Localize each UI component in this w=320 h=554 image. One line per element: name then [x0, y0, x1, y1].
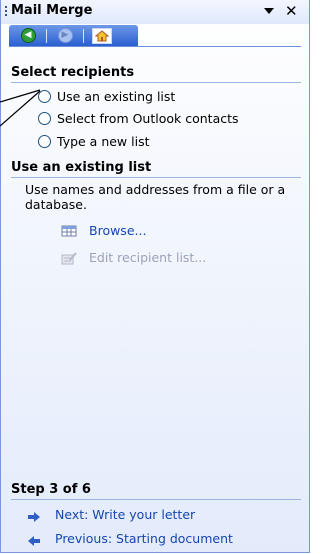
task-pane-menu-dropdown-icon[interactable] [264, 8, 274, 14]
nav-separator [83, 28, 84, 43]
previous-step-link[interactable]: Previous: Starting document [28, 531, 233, 546]
right-arrow-icon [28, 510, 40, 522]
forward-button[interactable]: ▶ [50, 27, 80, 44]
back-arrow-icon: ◀ [20, 28, 36, 43]
task-pane-nav-bar: ◀ ▶ [9, 25, 138, 46]
task-pane-title: Mail Merge [11, 3, 93, 18]
existing-list-description: Use names and addresses from a file or a… [25, 182, 286, 212]
existing-list-heading: Use an existing list [11, 160, 152, 175]
browse-link-label[interactable]: Browse... [89, 223, 146, 238]
nav-underline [9, 46, 301, 47]
previous-step-label[interactable]: Previous: Starting document [55, 531, 233, 546]
select-recipients-heading: Select recipients [11, 65, 135, 80]
forward-arrow-icon: ▶ [57, 28, 73, 43]
drag-grip-icon[interactable] [5, 6, 7, 18]
table-icon [61, 224, 77, 238]
edit-recipient-list-link: Edit recipient list... [61, 250, 206, 265]
close-icon[interactable]: ✕ [285, 2, 298, 20]
next-step-label[interactable]: Next: Write your letter [55, 507, 195, 522]
home-button[interactable] [87, 27, 117, 44]
radio-label: Select from Outlook contacts [57, 111, 239, 126]
home-icon [92, 27, 112, 44]
nav-separator [46, 28, 47, 43]
edit-list-icon [61, 251, 77, 265]
edit-recipient-list-label: Edit recipient list... [89, 250, 207, 265]
back-button[interactable]: ◀ [13, 27, 43, 44]
task-pane-title-bar[interactable]: Mail Merge ✕ [1, 0, 309, 24]
next-step-link[interactable]: Next: Write your letter [28, 507, 195, 522]
section-divider [11, 499, 301, 500]
section-divider [11, 177, 301, 178]
radio-select-outlook-contacts[interactable]: Select from Outlook contacts [38, 111, 239, 126]
radio-label: Type a new list [57, 134, 150, 149]
radio-label: Use an existing list [57, 89, 176, 104]
browse-link[interactable]: Browse... [61, 223, 146, 238]
step-heading: Step 3 of 6 [11, 482, 91, 497]
callout-pointer-lines [0, 89, 41, 127]
left-arrow-icon [28, 534, 40, 546]
